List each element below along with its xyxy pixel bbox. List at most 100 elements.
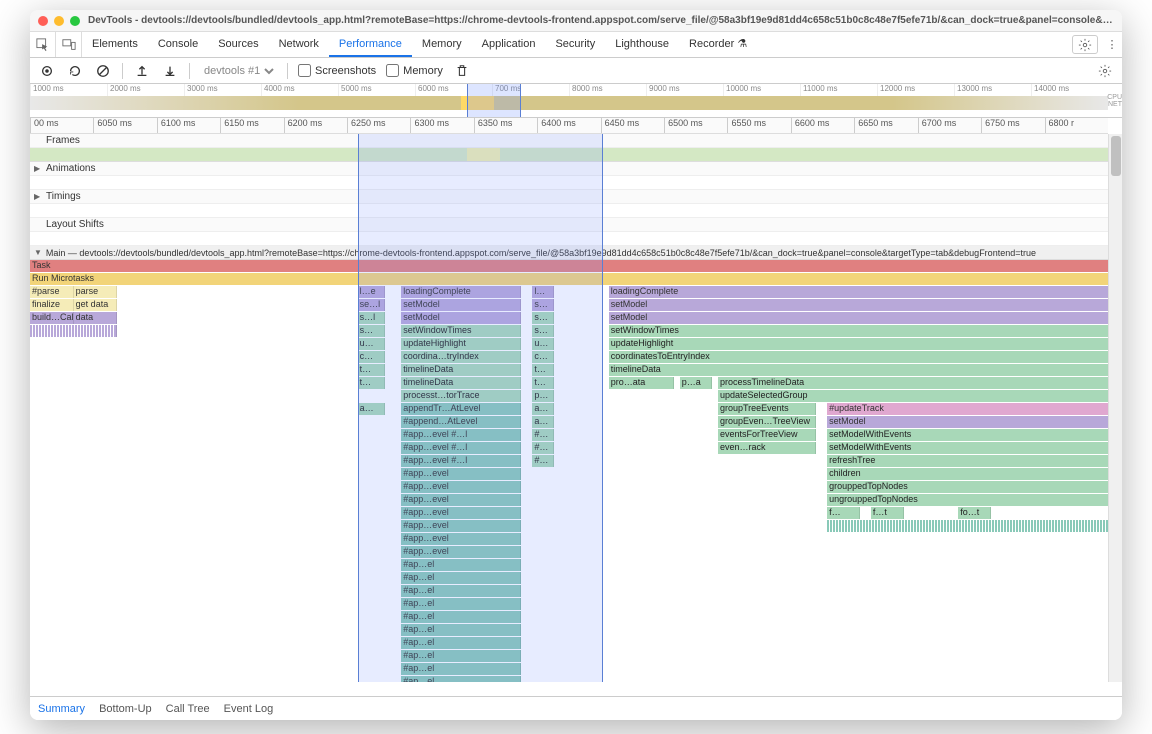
tab-performance[interactable]: Performance: [329, 32, 412, 57]
flame-mid-wide[interactable]: loadingComplete: [401, 286, 521, 298]
bottom-tab-bottomup[interactable]: Bottom-Up: [99, 703, 152, 715]
bottom-tab-summary[interactable]: Summary: [38, 703, 85, 715]
flame-mid-wide[interactable]: #app…evel: [401, 546, 521, 558]
flame-stripe[interactable]: [30, 325, 117, 337]
flame-mid-narrow2[interactable]: a…: [532, 416, 554, 428]
flame-right-b2a[interactable]: groupEven…TreeView: [718, 416, 816, 428]
flame-mid-narrow[interactable]: t…: [358, 364, 385, 376]
flame-left[interactable]: parse: [74, 286, 118, 298]
flame-mid-narrow2[interactable]: s…: [532, 299, 554, 311]
clear-icon[interactable]: [94, 62, 112, 80]
tab-lighthouse[interactable]: Lighthouse: [605, 32, 679, 57]
flame-mid-wide[interactable]: #app…evel: [401, 494, 521, 506]
flame-mid-wide[interactable]: #app…evel: [401, 533, 521, 545]
scroll-thumb[interactable]: [1111, 136, 1121, 176]
flame-mid-wide[interactable]: timelineData: [401, 364, 521, 376]
flame-mid-wide[interactable]: #ap…el: [401, 585, 521, 597]
zoom-window-icon[interactable]: [70, 16, 80, 26]
close-window-icon[interactable]: [38, 16, 48, 26]
tab-memory[interactable]: Memory: [412, 32, 472, 57]
vertical-scrollbar[interactable]: [1108, 134, 1122, 682]
flame-right-b[interactable]: processTimelineData: [718, 377, 1122, 389]
flame-right-a[interactable]: setModel: [609, 312, 1122, 324]
flame-mid-wide[interactable]: #append…AtLevel: [401, 416, 521, 428]
flame-mid-wide[interactable]: #ap…el: [401, 650, 521, 662]
tab-elements[interactable]: Elements: [82, 32, 148, 57]
flame-mid-narrow2[interactable]: #…: [532, 455, 554, 467]
flame-mid-narrow2[interactable]: p…: [532, 390, 554, 402]
flame-mid-narrow2[interactable]: a…: [532, 403, 554, 415]
flame-right-b2a[interactable]: groupTreeEvents: [718, 403, 816, 415]
flame-right-b[interactable]: updateSelectedGroup: [718, 390, 1122, 402]
flame-right-b2a[interactable]: eventsForTreeView: [718, 429, 816, 441]
flame-right-a[interactable]: loadingComplete: [609, 286, 1122, 298]
main-track-header[interactable]: ▼Main — devtools://devtools/bundled/devt…: [30, 246, 1122, 260]
flame-mid-wide[interactable]: processt…torTrace: [401, 390, 521, 402]
flame-mid-wide[interactable]: setModel: [401, 299, 521, 311]
flame-mid-narrow2[interactable]: s…: [532, 325, 554, 337]
flame-right-b2b[interactable]: setModel: [827, 416, 1122, 428]
flame-right-b2a[interactable]: even…rack: [718, 442, 816, 454]
reload-record-icon[interactable]: [66, 62, 84, 80]
flame-left[interactable]: finalize: [30, 299, 74, 311]
flame-mid-narrow2[interactable]: #…: [532, 442, 554, 454]
flame-mid-wide[interactable]: #ap…el: [401, 676, 521, 682]
animations-track-header[interactable]: ▶Animations: [30, 162, 1122, 176]
upload-icon[interactable]: [133, 62, 151, 80]
flame-mid-wide[interactable]: timelineData: [401, 377, 521, 389]
flame-mid-narrow[interactable]: t…: [358, 377, 385, 389]
flame-mid-wide[interactable]: #app…evel: [401, 507, 521, 519]
flame-right-a[interactable]: setWindowTimes: [609, 325, 1122, 337]
trash-icon[interactable]: [453, 62, 471, 80]
flame-right-a[interactable]: updateHighlight: [609, 338, 1122, 350]
flame-right-a2[interactable]: pro…ata: [609, 377, 675, 389]
timings-track-header[interactable]: ▶Timings: [30, 190, 1122, 204]
flame-mid-narrow[interactable]: a…: [358, 403, 385, 415]
flame-mid-narrow2[interactable]: l…: [532, 286, 554, 298]
more-menu-icon[interactable]: ⋮: [1102, 32, 1122, 57]
flame-right-csmall[interactable]: f…: [827, 507, 860, 519]
task-bar[interactable]: Task: [30, 260, 1122, 272]
flame-right-a[interactable]: timelineData: [609, 364, 1122, 376]
download-icon[interactable]: [161, 62, 179, 80]
flame-mid-wide[interactable]: #app…evel #…l: [401, 429, 521, 441]
flame-mid-wide[interactable]: #app…evel: [401, 520, 521, 532]
flame-mid-wide[interactable]: setModel: [401, 312, 521, 324]
record-button-icon[interactable]: [38, 62, 56, 80]
flame-mid-narrow[interactable]: l…e: [358, 286, 385, 298]
tab-security[interactable]: Security: [545, 32, 605, 57]
bottom-tab-eventlog[interactable]: Event Log: [224, 703, 274, 715]
flame-mid-wide[interactable]: #ap…el: [401, 572, 521, 584]
flame-mid-wide[interactable]: #ap…el: [401, 624, 521, 636]
flame-mid-narrow2[interactable]: c…: [532, 351, 554, 363]
frames-track-header[interactable]: Frames: [30, 134, 1122, 148]
flame-mid-wide[interactable]: #ap…el: [401, 611, 521, 623]
memory-checkbox[interactable]: Memory: [386, 64, 443, 77]
overview-selection[interactable]: [467, 84, 522, 117]
minimize-window-icon[interactable]: [54, 16, 64, 26]
tab-network[interactable]: Network: [269, 32, 329, 57]
microtasks-bar[interactable]: Run Microtasks: [30, 273, 1122, 285]
flame-left[interactable]: get data: [74, 299, 118, 311]
flame-left[interactable]: build…Calls: [30, 312, 74, 324]
frames-track[interactable]: [30, 148, 1122, 162]
flame-mid-wide[interactable]: setWindowTimes: [401, 325, 521, 337]
flame-mid-narrow2[interactable]: t…: [532, 377, 554, 389]
settings-icon[interactable]: [1072, 35, 1098, 54]
flame-right-a[interactable]: setModel: [609, 299, 1122, 311]
flame-mid-wide[interactable]: #ap…el: [401, 559, 521, 571]
inspect-element-icon[interactable]: [30, 32, 56, 57]
flame-right-c[interactable]: refreshTree: [827, 455, 1122, 467]
screenshots-checkbox[interactable]: Screenshots: [298, 64, 376, 77]
flame-right-b2b[interactable]: setModelWithEvents: [827, 429, 1122, 441]
flame-mid-wide[interactable]: #app…evel #…l: [401, 442, 521, 454]
tab-sources[interactable]: Sources: [208, 32, 268, 57]
flame-mid-wide[interactable]: #app…evel: [401, 481, 521, 493]
flame-mid-wide[interactable]: appendTr…AtLevel: [401, 403, 521, 415]
flame-mid-wide[interactable]: #app…evel: [401, 468, 521, 480]
flame-right-c[interactable]: ungrouppedTopNodes: [827, 494, 1122, 506]
flame-mid-wide[interactable]: #ap…el: [401, 637, 521, 649]
flame-mid-wide[interactable]: #ap…el: [401, 598, 521, 610]
flame-mid-wide[interactable]: updateHighlight: [401, 338, 521, 350]
flame-chart[interactable]: 5524.8 ms Frames ▶Animations ▶Timings La…: [30, 134, 1122, 682]
